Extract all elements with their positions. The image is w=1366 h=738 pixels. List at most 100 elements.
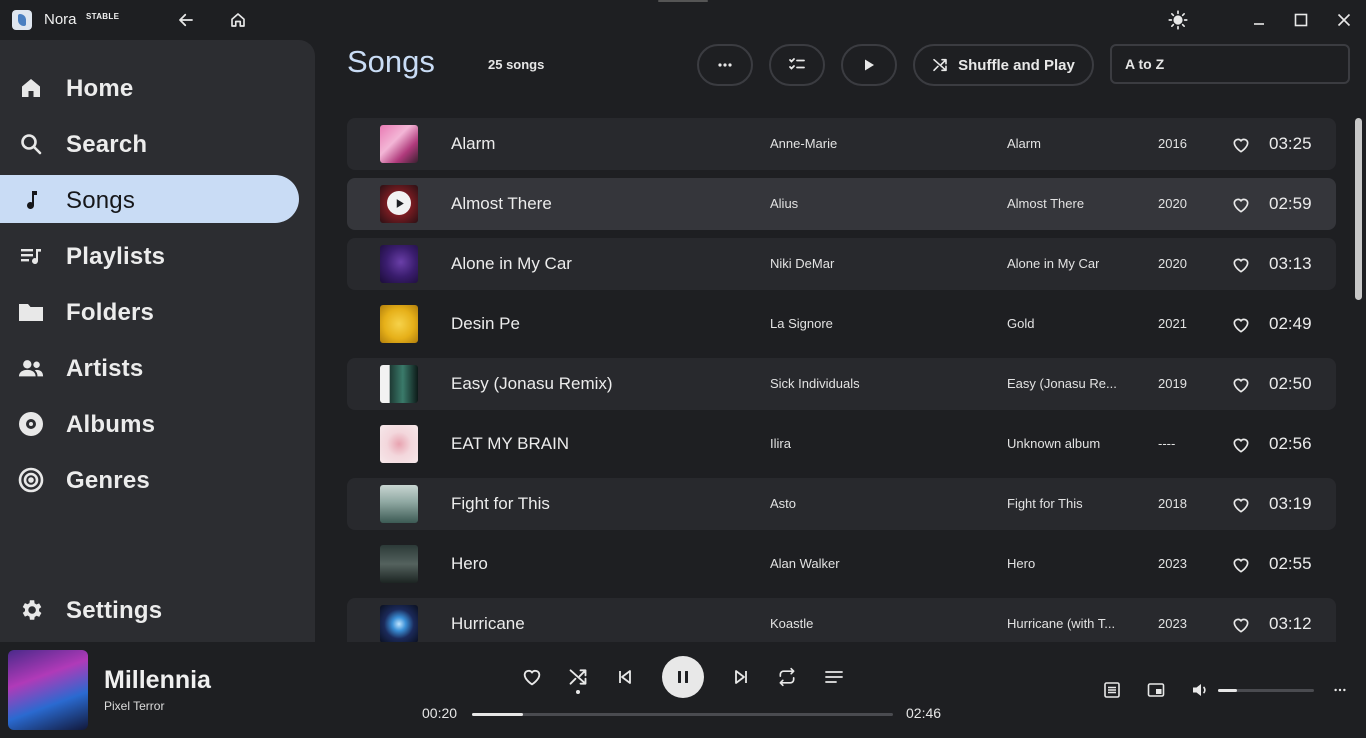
heart-icon[interactable]: [1231, 435, 1251, 455]
sidebar-item-label: Folders: [66, 299, 155, 326]
song-row[interactable]: Alone in My Car Niki DeMar Alone in My C…: [347, 238, 1336, 290]
shuffle-icon: [569, 669, 587, 685]
maximize-button[interactable]: [1289, 8, 1313, 32]
sort-dropdown[interactable]: A to Z: [1110, 44, 1350, 84]
next-button[interactable]: [728, 664, 754, 690]
theme-toggle-button[interactable]: [1166, 8, 1190, 32]
repeat-button[interactable]: [774, 664, 800, 690]
song-artist[interactable]: Alan Walker: [770, 556, 840, 571]
song-album[interactable]: Alone in My Car: [1007, 256, 1099, 271]
heart-icon[interactable]: [1231, 135, 1251, 155]
album-art: [380, 485, 418, 523]
sidebar-item-songs[interactable]: Songs: [0, 175, 299, 223]
song-album[interactable]: Unknown album: [1007, 436, 1100, 451]
song-count: 25 songs: [488, 57, 545, 72]
song-artist[interactable]: Anne-Marie: [770, 136, 837, 151]
scrollbar-thumb[interactable]: [1355, 118, 1362, 300]
song-artist[interactable]: Niki DeMar: [770, 256, 834, 271]
mini-player-list-button[interactable]: [1099, 677, 1125, 703]
song-year: 2023: [1158, 616, 1187, 631]
volume-slider[interactable]: [1218, 689, 1314, 692]
song-album[interactable]: Alarm: [1007, 136, 1041, 151]
previous-button[interactable]: [612, 664, 638, 690]
skip-next-icon: [735, 670, 747, 684]
sidebar-item-playlists[interactable]: Playlists: [0, 231, 299, 279]
song-row[interactable]: Easy (Jonasu Remix) Sick Individuals Eas…: [347, 358, 1336, 410]
minimize-icon: [1254, 23, 1264, 25]
heart-icon[interactable]: [1231, 315, 1251, 335]
picture-in-picture-icon: [1147, 683, 1165, 697]
queue-button[interactable]: [821, 664, 847, 690]
current-time: 00:20: [422, 705, 458, 721]
app-logo-icon: [12, 10, 32, 30]
song-title: Fight for This: [451, 494, 550, 513]
sidebar-item-genres[interactable]: Genres: [0, 455, 299, 503]
song-album[interactable]: Hero: [1007, 556, 1035, 571]
song-row[interactable]: Hurricane Koastle Hurricane (with T... 2…: [347, 598, 1336, 642]
song-row[interactable]: Fight for This Asto Fight for This 2018 …: [347, 478, 1336, 530]
close-button[interactable]: [1332, 8, 1356, 32]
heart-icon[interactable]: [1231, 555, 1251, 575]
song-artist[interactable]: Ilira: [770, 436, 791, 451]
heart-icon: [523, 669, 541, 686]
song-artist[interactable]: La Signore: [770, 316, 833, 331]
song-album[interactable]: Fight for This: [1007, 496, 1083, 511]
play-all-button[interactable]: [841, 44, 897, 86]
select-songs-button[interactable]: [769, 44, 825, 86]
sidebar-item-artists[interactable]: Artists: [0, 343, 299, 391]
shuffle-button[interactable]: [565, 664, 591, 690]
app-window: Nora STABLE Home Search Songs Playlists …: [0, 0, 1366, 738]
song-row[interactable]: Desin Pe La Signore Gold 2021 02:49: [347, 298, 1336, 350]
heart-icon[interactable]: [1231, 495, 1251, 515]
back-button[interactable]: [174, 8, 198, 32]
sidebar-item-folders[interactable]: Folders: [0, 287, 299, 335]
now-playing-artist[interactable]: Pixel Terror: [104, 699, 164, 713]
song-artist[interactable]: Koastle: [770, 616, 813, 631]
more-options-button[interactable]: [697, 44, 753, 86]
heart-icon[interactable]: [1231, 255, 1251, 275]
sidebar-item-albums[interactable]: Albums: [0, 399, 299, 447]
song-album[interactable]: Gold: [1007, 316, 1034, 331]
song-row[interactable]: Almost There Alius Almost There 2020 02:…: [347, 178, 1336, 230]
minimize-button[interactable]: [1247, 8, 1271, 32]
list-box-icon: [1104, 682, 1120, 698]
song-title: Hurricane: [451, 614, 525, 633]
song-duration: 02:50: [1269, 374, 1312, 393]
sidebar-item-label: Search: [66, 131, 148, 158]
heart-icon[interactable]: [1231, 195, 1251, 215]
page-title: Songs: [347, 44, 435, 79]
now-playing-title[interactable]: Millennia: [104, 666, 211, 695]
shuffle-and-play-button[interactable]: Shuffle and Play: [913, 44, 1094, 86]
album-art: [380, 245, 418, 283]
play-song-button[interactable]: [387, 191, 411, 215]
disc-icon: [18, 411, 44, 437]
song-duration: 02:59: [1269, 194, 1312, 213]
song-album[interactable]: Almost There: [1007, 196, 1084, 211]
sidebar-item-settings[interactable]: Settings: [0, 585, 299, 633]
song-artist[interactable]: Asto: [770, 496, 796, 511]
volume-button[interactable]: [1187, 677, 1213, 703]
sidebar-item-label: Playlists: [66, 243, 166, 270]
mini-player-button[interactable]: [1143, 677, 1169, 703]
more-options-button[interactable]: [1327, 677, 1353, 703]
home-button[interactable]: [226, 8, 250, 32]
heart-icon[interactable]: [1231, 375, 1251, 395]
like-button[interactable]: [519, 664, 545, 690]
song-album[interactable]: Hurricane (with T...: [1007, 616, 1115, 631]
song-row[interactable]: EAT MY BRAIN Ilira Unknown album ---- 02…: [347, 418, 1336, 470]
sidebar-item-search[interactable]: Search: [0, 119, 299, 167]
song-album[interactable]: Easy (Jonasu Re...: [1007, 376, 1117, 391]
heart-icon[interactable]: [1231, 615, 1251, 635]
song-artist[interactable]: Sick Individuals: [770, 376, 860, 391]
more-horizontal-icon: [1334, 688, 1346, 692]
now-playing-art[interactable]: [8, 650, 88, 730]
song-row[interactable]: Alarm Anne-Marie Alarm 2016 03:25: [347, 118, 1336, 170]
seek-bar[interactable]: [472, 713, 893, 716]
play-pause-button[interactable]: [662, 656, 704, 698]
sidebar: Home Search Songs Playlists Folders Arti…: [0, 40, 315, 642]
song-artist[interactable]: Alius: [770, 196, 798, 211]
song-row[interactable]: Hero Alan Walker Hero 2023 02:55: [347, 538, 1336, 590]
sidebar-item-home[interactable]: Home: [0, 63, 299, 111]
song-duration: 03:12: [1269, 614, 1312, 633]
song-year: 2021: [1158, 316, 1187, 331]
